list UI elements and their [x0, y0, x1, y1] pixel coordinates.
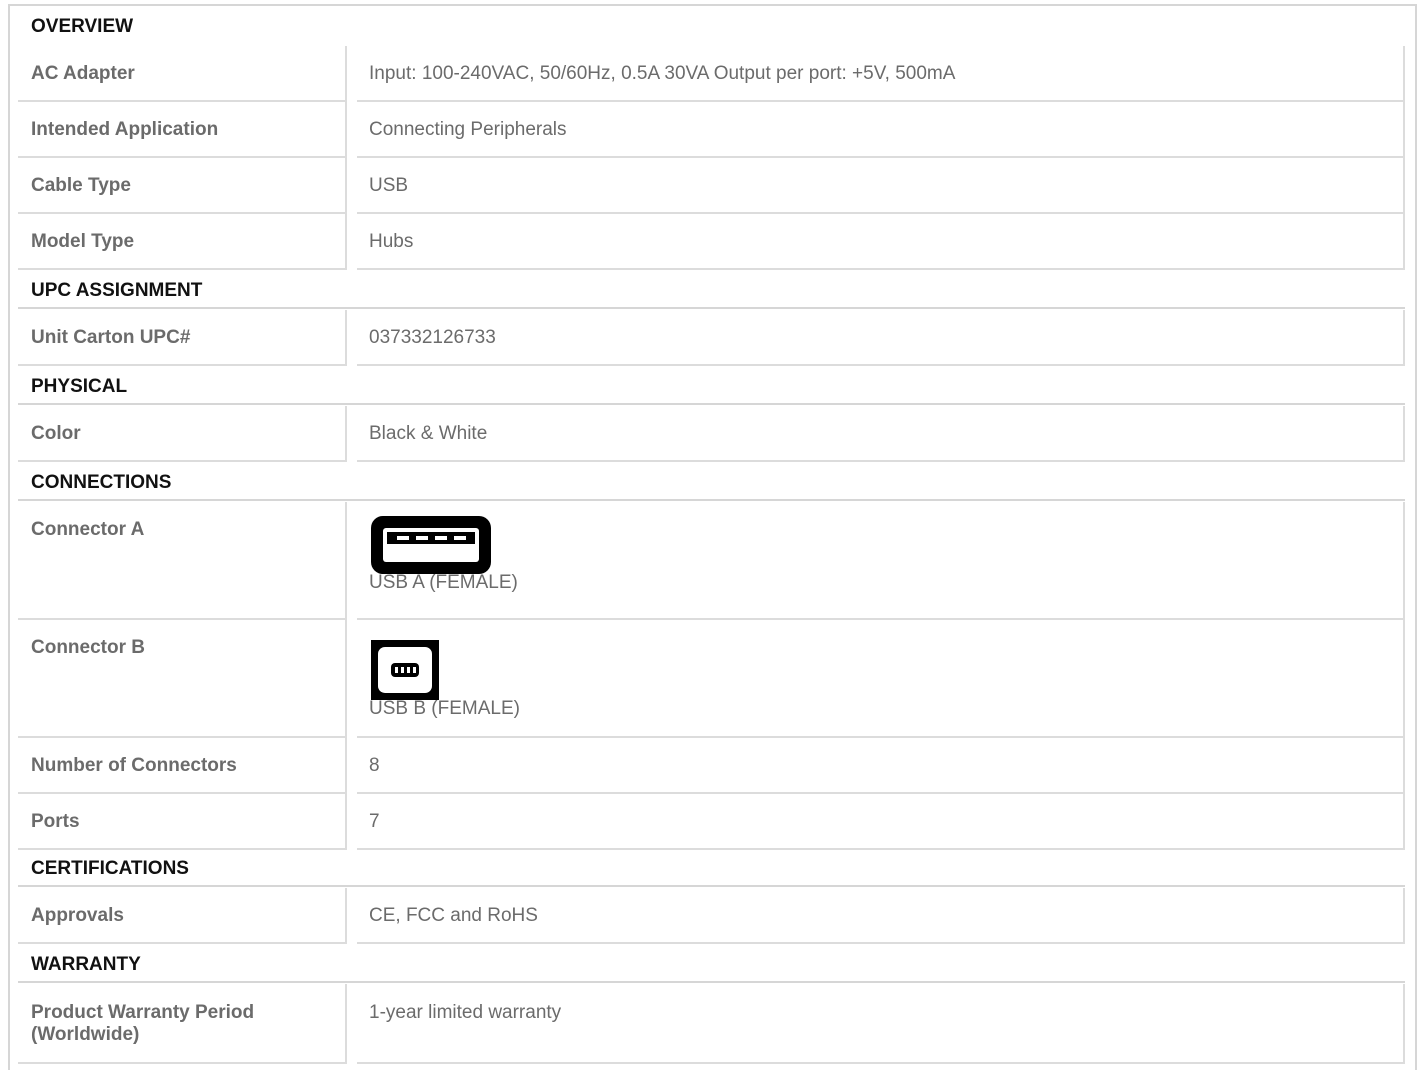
- spec-label: Model Type: [18, 214, 347, 270]
- section-divider: [18, 499, 1405, 501]
- spec-label: Product Warranty Period (Worldwide): [18, 984, 347, 1064]
- spec-label: Color: [18, 406, 347, 462]
- section-header-warranty: WARRANTY: [31, 954, 141, 975]
- spec-label: Cable Type: [18, 158, 347, 214]
- section-divider: [18, 981, 1405, 983]
- section-header-certifications: CERTIFICATIONS: [31, 858, 189, 879]
- spec-value: Input: 100-240VAC, 50/60Hz, 0.5A 30VA Ou…: [357, 46, 1405, 102]
- spec-label: Connector A: [18, 502, 347, 620]
- connector-b-type: USB B (FEMALE): [369, 698, 520, 719]
- section-header-physical: PHYSICAL: [31, 376, 128, 397]
- spec-label: Unit Carton UPC#: [18, 310, 347, 366]
- spec-value: 1-year limited warranty: [357, 984, 1405, 1064]
- section-divider: [18, 307, 1405, 309]
- spec-value: Hubs: [357, 214, 1405, 270]
- spec-value: Black & White: [357, 406, 1405, 462]
- section-header-overview: OVERVIEW: [31, 16, 134, 37]
- connector-b-cell: USB B (FEMALE): [357, 620, 1405, 738]
- section-header-upc-assignment: UPC ASSIGNMENT: [31, 280, 203, 301]
- section-divider: [18, 885, 1405, 887]
- section-divider: [18, 403, 1405, 405]
- usb-b-port-icon: [371, 640, 439, 700]
- spec-label: AC Adapter: [18, 46, 347, 102]
- spec-value: 8: [357, 738, 1405, 794]
- spec-label: Number of Connectors: [18, 738, 347, 794]
- spec-value: 7: [357, 794, 1405, 850]
- spec-label: Approvals: [18, 888, 347, 944]
- spec-value: 037332126733: [357, 310, 1405, 366]
- spec-label: Ports: [18, 794, 347, 850]
- spec-value: USB: [357, 158, 1405, 214]
- usb-a-port-icon: [371, 516, 491, 574]
- spec-value: CE, FCC and RoHS: [357, 888, 1405, 944]
- spec-label: Connector B: [18, 620, 347, 738]
- connector-a-cell: USB A (FEMALE): [357, 502, 1405, 620]
- spec-label: Intended Application: [18, 102, 347, 158]
- connector-a-type: USB A (FEMALE): [369, 572, 518, 593]
- spec-value: Connecting Peripherals: [357, 102, 1405, 158]
- section-header-connections: CONNECTIONS: [31, 472, 172, 493]
